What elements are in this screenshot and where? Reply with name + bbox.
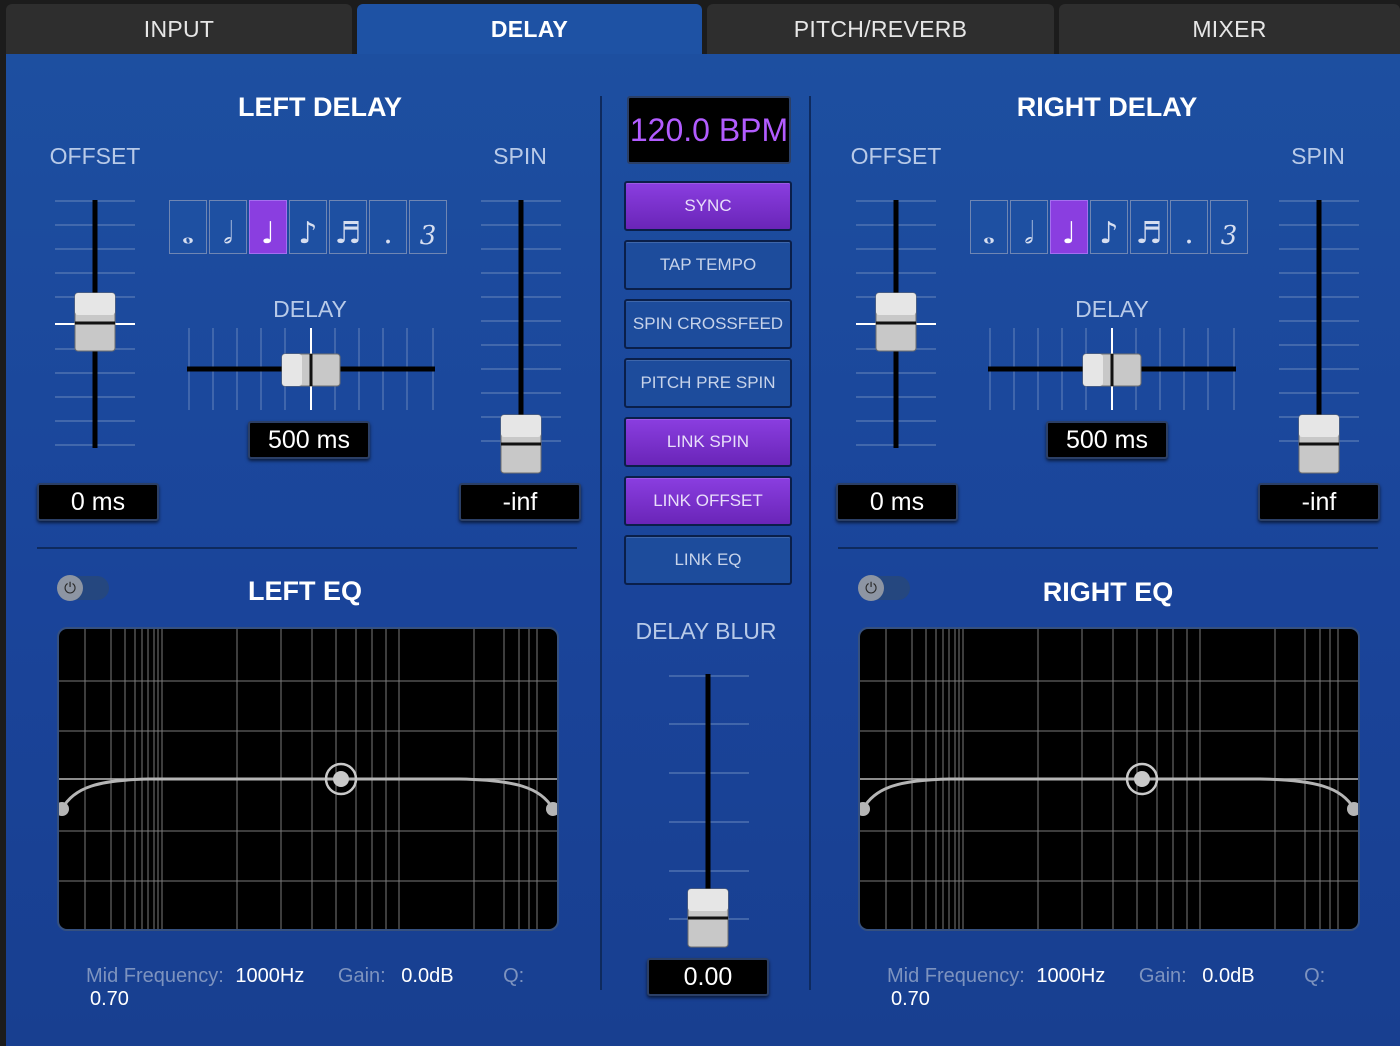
left-delay-title: LEFT DELAY [237, 92, 403, 122]
divider-right-eq [838, 547, 1378, 549]
right-delay-readout: 500 ms [1046, 421, 1168, 459]
right-spin-readout: -inf [1258, 483, 1380, 521]
tab-delay[interactable]: DELAY [357, 4, 702, 54]
right-delay-title: RIGHT DELAY [1016, 92, 1198, 122]
delay-blur-label: DELAY BLUR [635, 618, 777, 644]
right-offset-label: OFFSET [850, 143, 942, 169]
sync-button[interactable]: SYNC [624, 181, 792, 231]
right-note-eighth[interactable]: ♪ [1090, 200, 1128, 254]
right-eq-title: RIGHT EQ [1042, 577, 1174, 607]
tab-pitch-reverb[interactable]: PITCH/REVERB [707, 4, 1054, 54]
right-offset-readout: 0 ms [836, 483, 958, 521]
left-q-value: 0.70 [90, 988, 129, 1010]
right-eq-params: Mid Frequency: 1000Hz Gain: 0.0dB Q: 0.7… [887, 965, 1367, 1011]
right-delay-label: DELAY [1075, 296, 1149, 322]
right-freq-value: 1000Hz [1036, 965, 1106, 987]
right-note-dotted[interactable]: . [1170, 200, 1208, 254]
left-eq-title: LEFT EQ [248, 576, 362, 606]
left-delay-fader[interactable] [185, 326, 437, 412]
left-freq-label: Mid Frequency: [86, 965, 224, 987]
bpm-display[interactable]: 120.0 BPM [627, 96, 791, 164]
right-spin-label: SPIN [1291, 143, 1345, 169]
tab-mixer[interactable]: MIXER [1059, 4, 1400, 54]
left-eq-params: Mid Frequency: 1000Hz Gain: 0.0dB Q: 0.7… [86, 965, 566, 1011]
divider-right [809, 96, 811, 990]
left-note-half[interactable]: 𝅗𝅥 [209, 200, 247, 254]
left-note-whole[interactable]: 𝅝 [169, 200, 207, 254]
tap-tempo-button[interactable]: TAP TEMPO [624, 240, 792, 290]
right-note-quarter[interactable]: ♩ [1050, 200, 1088, 254]
left-delay-label: DELAY [273, 296, 347, 322]
divider-left [600, 96, 602, 990]
left-spin-label: SPIN [493, 143, 547, 169]
left-note-selector: 𝅝 𝅗𝅥 ♩ ♪ ♬ . 3 [169, 200, 449, 254]
left-offset-label: OFFSET [49, 143, 141, 169]
right-delay-fader[interactable] [986, 326, 1238, 412]
link-offset-button[interactable]: LINK OFFSET [624, 476, 792, 526]
right-offset-fader[interactable] [851, 195, 941, 453]
power-icon: ⏻ [858, 575, 884, 601]
right-note-half[interactable]: 𝅗𝅥 [1010, 200, 1048, 254]
left-note-dotted[interactable]: . [369, 200, 407, 254]
left-offset-readout: 0 ms [37, 483, 159, 521]
left-eq-curve [59, 629, 557, 929]
left-spin-readout: -inf [459, 483, 581, 521]
right-note-triplet[interactable]: 3 [1210, 200, 1248, 254]
right-eq-power-toggle[interactable]: ⏻ [858, 575, 910, 601]
left-offset-fader[interactable] [50, 195, 140, 453]
left-spin-fader[interactable] [478, 195, 564, 480]
left-note-quarter[interactable]: ♩ [249, 200, 287, 254]
right-gain-value: 0.0dB [1202, 965, 1255, 987]
right-spin-fader[interactable] [1276, 195, 1362, 480]
power-icon: ⏻ [57, 575, 83, 601]
left-gain-label: Gain: [337, 965, 386, 987]
left-note-triplet[interactable]: 3 [409, 200, 447, 254]
tab-input[interactable]: INPUT [6, 4, 352, 54]
right-eq-curve [860, 629, 1358, 929]
left-q-label: Q: [503, 965, 525, 987]
right-q-value: 0.70 [891, 988, 930, 1010]
delay-blur-readout: 0.00 [647, 958, 769, 996]
spin-crossfeed-button[interactable]: SPIN CROSSFEED [624, 299, 792, 349]
right-note-sixteenth[interactable]: ♬ [1130, 200, 1168, 254]
left-delay-readout: 500 ms [248, 421, 370, 459]
right-gain-label: Gain: [1138, 965, 1187, 987]
right-note-selector: 𝅝 𝅗𝅥 ♩ ♪ ♬ . 3 [970, 200, 1250, 254]
left-note-sixteenth[interactable]: ♬ [329, 200, 367, 254]
delay-blur-fader[interactable] [665, 668, 753, 953]
left-eq-power-toggle[interactable]: ⏻ [57, 575, 109, 601]
right-eq-graph[interactable] [858, 627, 1360, 931]
left-freq-value: 1000Hz [235, 965, 305, 987]
link-spin-button[interactable]: LINK SPIN [624, 417, 792, 467]
right-note-whole[interactable]: 𝅝 [970, 200, 1008, 254]
left-gain-value: 0.0dB [401, 965, 454, 987]
right-freq-label: Mid Frequency: [887, 965, 1025, 987]
left-note-eighth[interactable]: ♪ [289, 200, 327, 254]
link-eq-button[interactable]: LINK EQ [624, 535, 792, 585]
divider-left-eq [37, 547, 577, 549]
left-eq-graph[interactable] [57, 627, 559, 931]
right-q-label: Q: [1304, 965, 1326, 987]
pitch-pre-spin-button[interactable]: PITCH PRE SPIN [624, 358, 792, 408]
